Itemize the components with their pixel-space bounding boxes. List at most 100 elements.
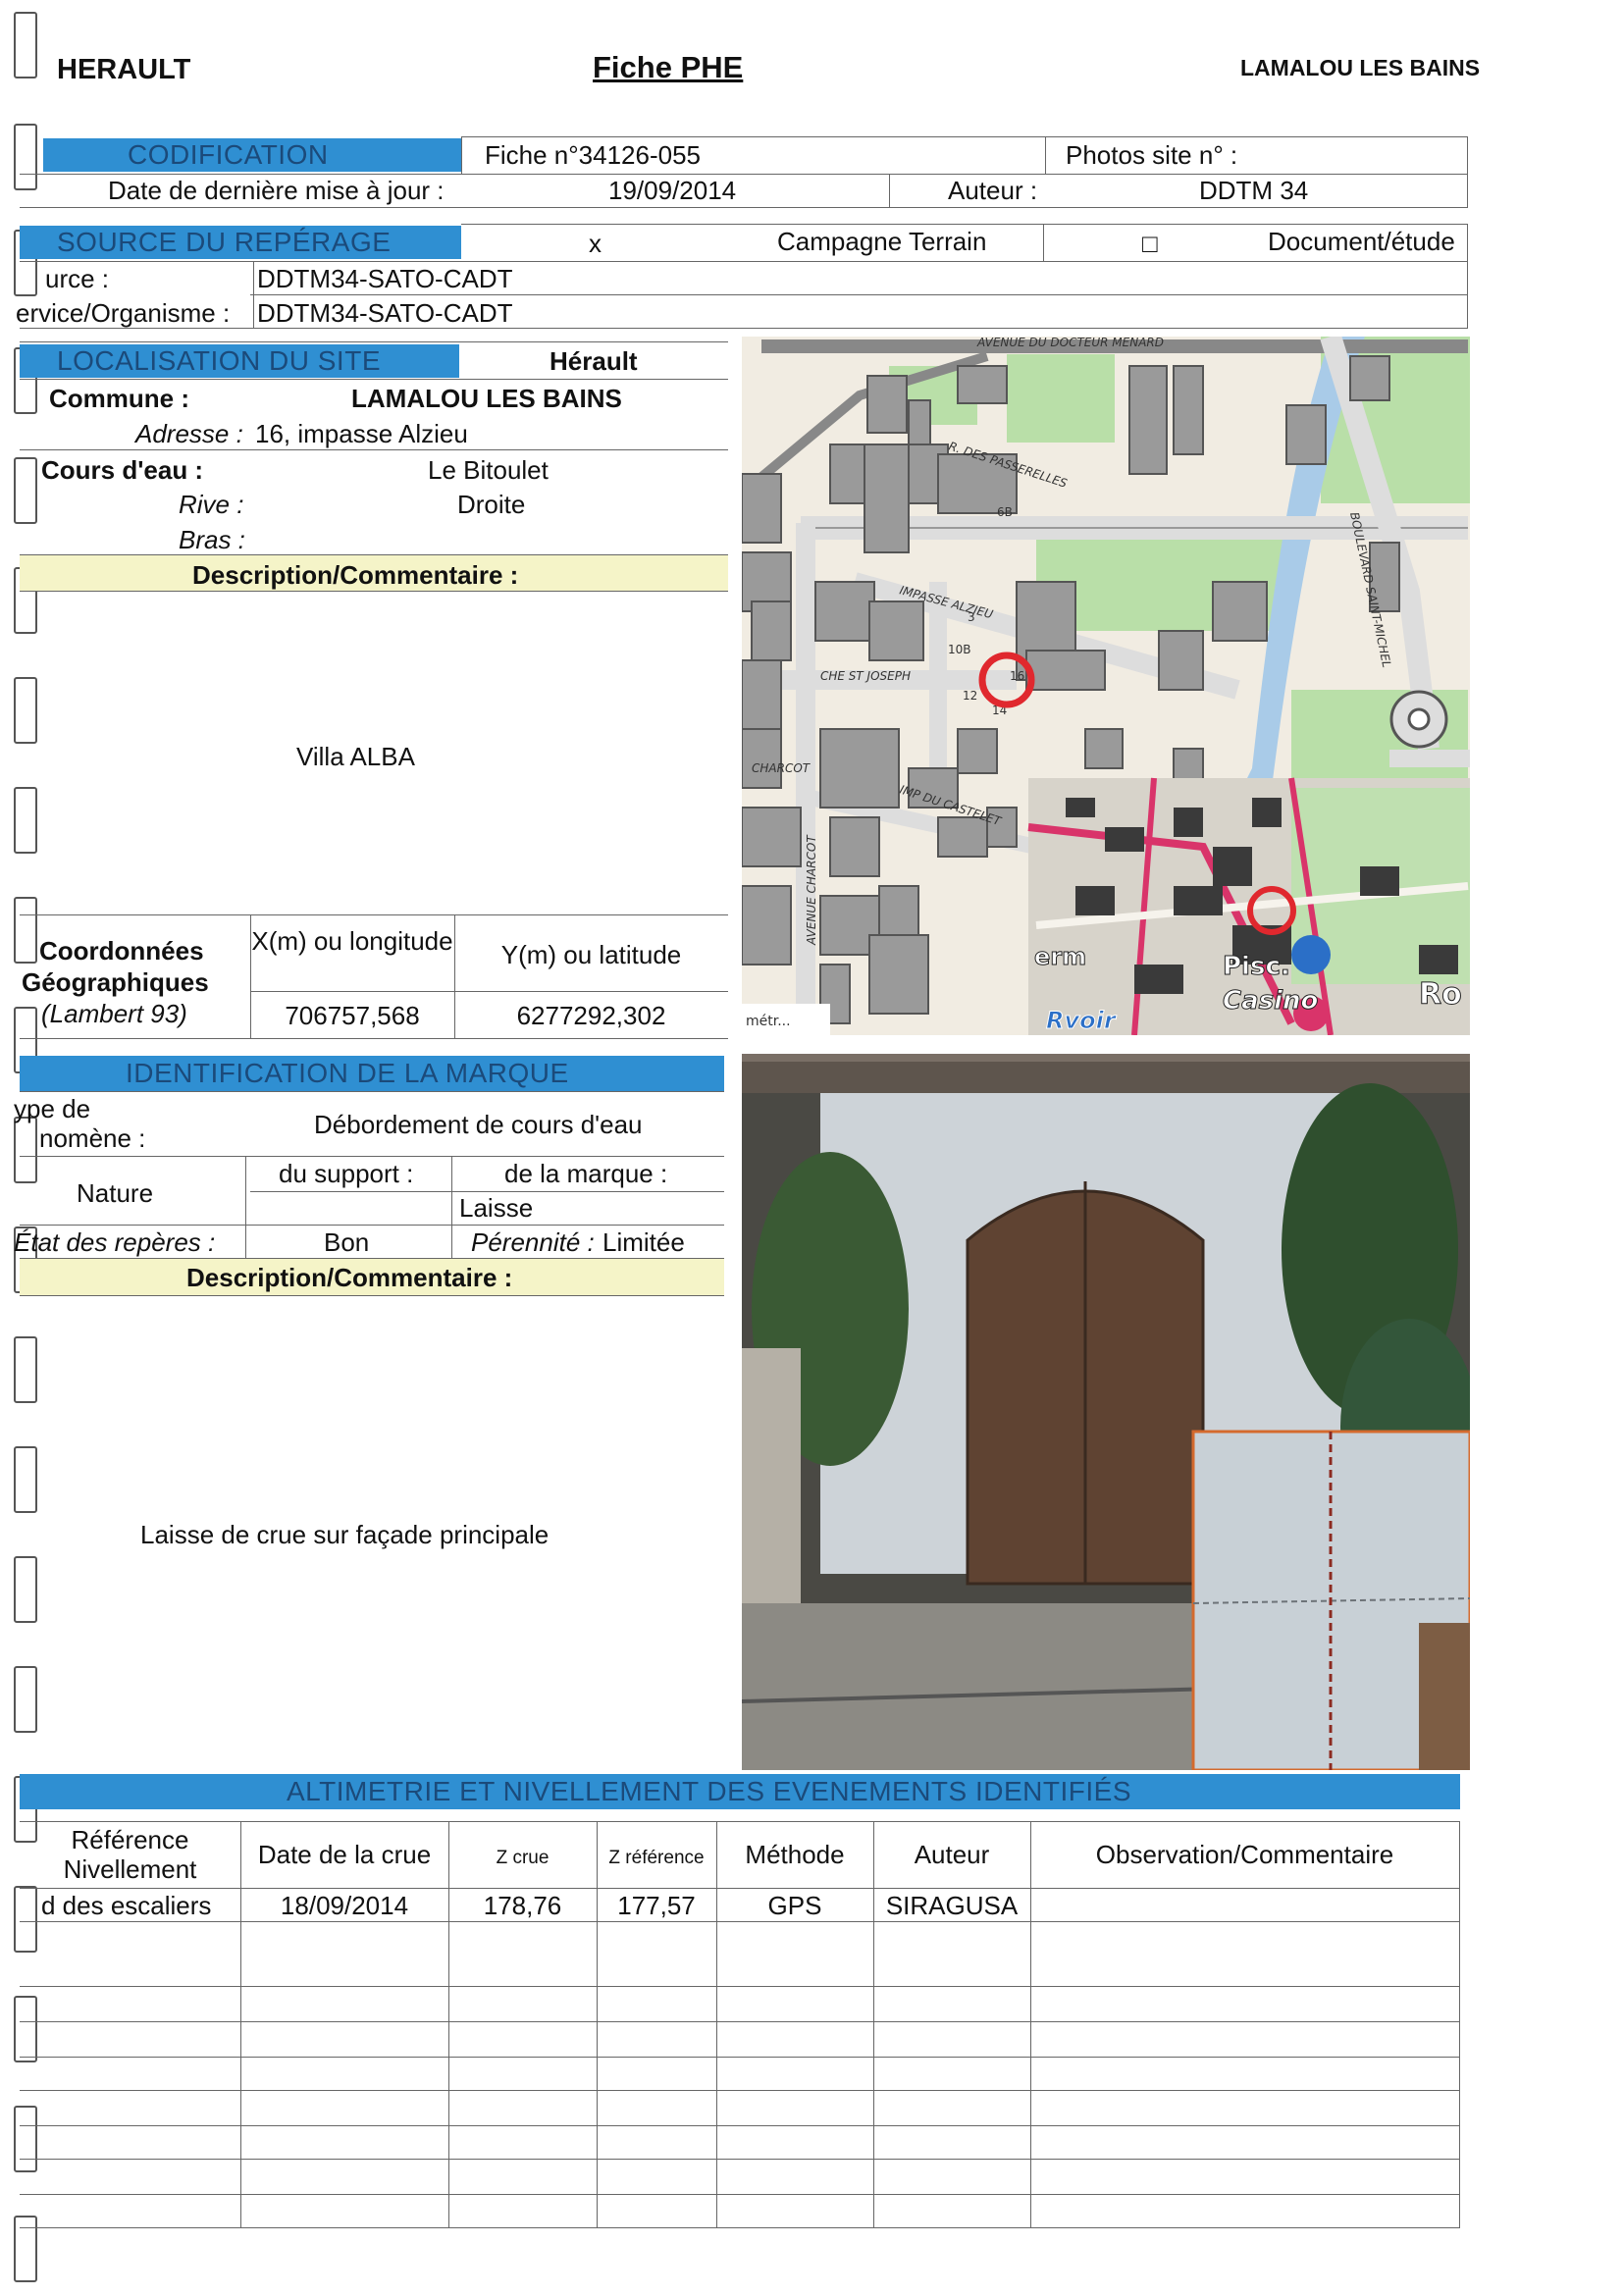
- altimetrie-band: ALTIMETRIE ET NIVELLEMENT DES EVENEMENTS…: [20, 1774, 1460, 1809]
- cours-eau-value: Le Bitoulet: [428, 455, 549, 485]
- house-number: 6B: [997, 505, 1013, 519]
- cours-eau-label: Cours d'eau :: [41, 455, 204, 485]
- col-header-zcrue: Z crue: [496, 1848, 550, 1868]
- site-description: Villa ALBA: [296, 742, 415, 771]
- x-value: 706757,568: [285, 1001, 420, 1030]
- inset-label: Rvoir: [1046, 1007, 1118, 1034]
- col-header-reference-line2: Nivellement: [63, 1854, 197, 1884]
- binder-hole: [14, 1666, 37, 1733]
- commune-label: Commune :: [49, 384, 189, 413]
- binder-hole: [14, 12, 37, 78]
- checkbox-terrain[interactable]: x: [589, 228, 602, 259]
- etat-label: État des repères :: [14, 1227, 216, 1257]
- bras-label: Bras :: [179, 525, 245, 554]
- altimetrie-band-label: ALTIMETRIE ET NIVELLEMENT DES EVENEMENTS…: [287, 1776, 1132, 1806]
- col-header-zref: Z référence: [608, 1848, 705, 1868]
- campagne-terrain-label: Campagne Terrain: [777, 227, 987, 256]
- binder-hole: [14, 1556, 37, 1623]
- rive-value: Droite: [457, 490, 526, 519]
- street-label: CHE ST JOSEPH: [820, 669, 911, 683]
- rive-label: Rive :: [179, 490, 244, 519]
- inset-label: Pisc.: [1223, 952, 1290, 981]
- row1-zcrue: 178,76: [483, 1891, 562, 1920]
- col-header-reference: Référence Nivellement: [20, 1825, 240, 1884]
- perennite-label: Pérennité :: [471, 1227, 595, 1257]
- row1-date: 18/09/2014: [280, 1891, 409, 1920]
- binder-hole: [14, 1117, 37, 1183]
- marque-label: de la marque :: [504, 1159, 668, 1188]
- source-band-label: SOURCE DU REPÉRAGE: [57, 227, 392, 257]
- document-etude-label: Document/étude: [1268, 227, 1455, 256]
- commune-title: LAMALOU LES BAINS: [1240, 55, 1481, 80]
- marque-description: Laisse de crue sur façade principale: [140, 1520, 550, 1549]
- update-date-label: Date de dernière mise à jour :: [108, 176, 445, 205]
- inset-map: erm Pisc. Casino Rvoir Ro: [1027, 777, 1470, 1035]
- localisation-band-label: LOCALISATION DU SITE: [57, 345, 381, 376]
- col-header-methode: Méthode: [745, 1840, 845, 1869]
- fiche-number: Fiche n°34126-055: [485, 140, 701, 170]
- marque-description-header: Description/Commentaire :: [186, 1263, 513, 1292]
- commune-value: LAMALOU LES BAINS: [351, 384, 622, 413]
- update-date: 19/09/2014: [608, 176, 737, 205]
- department-title: HERAULT: [57, 54, 191, 85]
- street-label: AVENUE CHARCOT: [805, 834, 818, 946]
- inset-label: erm: [1034, 943, 1086, 970]
- row1-zref: 177,57: [617, 1891, 696, 1920]
- departement-value: Hérault: [550, 346, 638, 376]
- binder-hole: [14, 1446, 37, 1513]
- house-number: 10B: [948, 643, 971, 656]
- col-header-auteur: Auteur: [914, 1840, 990, 1869]
- coord-label-2: Géographiques: [22, 967, 209, 997]
- type-phenomene-value: Débordement de cours d'eau: [314, 1110, 643, 1139]
- photos-site-label: Photos site n° :: [1066, 140, 1238, 170]
- house-number: 12: [963, 689, 977, 703]
- localisation-band: LOCALISATION DU SITE: [20, 344, 459, 378]
- coord-label-3: (Lambert 93): [41, 999, 187, 1028]
- y-header: Y(m) ou latitude: [500, 940, 682, 969]
- binder-hole: [14, 1336, 37, 1403]
- x-header: X(m) ou longitude: [251, 926, 453, 956]
- marque-band-label: IDENTIFICATION DE LA MARQUE: [126, 1058, 569, 1088]
- inset-poi-icon: [1291, 935, 1331, 974]
- source-label: urce :: [45, 264, 110, 293]
- type-phenomene-label-2: nomène :: [39, 1123, 146, 1153]
- binder-hole: [14, 787, 37, 854]
- location-map: AVENUE DU DOCTEUR MENARD R. DES PASSEREL…: [742, 337, 1470, 1035]
- perennite-value: Limitée: [602, 1227, 685, 1257]
- service-label: ervice/Organisme :: [16, 298, 231, 328]
- y-value: 6277292,302: [516, 1001, 666, 1030]
- binder-hole: [14, 1996, 37, 2062]
- adresse-value: 16, impasse Alzieu: [255, 419, 468, 448]
- col-header-date: Date de la crue: [257, 1840, 432, 1869]
- row1-reference: d des escaliers: [41, 1891, 212, 1920]
- etat-value: Bon: [324, 1227, 370, 1257]
- row1-methode: GPS: [767, 1891, 822, 1920]
- binder-hole: [14, 677, 37, 744]
- type-phenomene-label-1: ype de: [14, 1094, 91, 1123]
- checkbox-document[interactable]: □: [1142, 228, 1158, 259]
- marque-value: Laisse: [459, 1193, 534, 1223]
- map-scale-label: métr...: [746, 1014, 791, 1029]
- row1-auteur: SIRAGUSA: [885, 1891, 1019, 1920]
- page-title: Fiche PHE: [593, 50, 744, 84]
- nature-label: Nature: [77, 1178, 154, 1208]
- inset-label: Casino: [1223, 986, 1318, 1016]
- author-label: Auteur :: [948, 176, 1038, 205]
- col-header-observation: Observation/Commentaire: [1095, 1840, 1394, 1869]
- support-label: du support :: [279, 1159, 414, 1188]
- description-header: Description/Commentaire :: [192, 560, 519, 590]
- site-photo: [742, 1054, 1470, 1770]
- adresse-label: Adresse :: [135, 419, 243, 448]
- street-map: AVENUE DU DOCTEUR MENARD R. DES PASSEREL…: [742, 337, 1470, 1035]
- service-value: DDTM34-SATO-CADT: [257, 298, 513, 328]
- binder-hole: [14, 897, 37, 964]
- inset-label: Ro: [1419, 977, 1462, 1012]
- source-value: DDTM34-SATO-CADT: [257, 264, 513, 293]
- codification-band: CODIFICATION: [43, 138, 461, 172]
- house-number: 3: [968, 610, 975, 624]
- house-number: 16: [1010, 669, 1024, 683]
- author-value: DDTM 34: [1199, 176, 1309, 205]
- coord-label-1: Coordonnées: [39, 936, 204, 965]
- col-header-reference-line1: Référence: [71, 1825, 189, 1854]
- street-label: AVENUE DU DOCTEUR MENARD: [976, 337, 1164, 349]
